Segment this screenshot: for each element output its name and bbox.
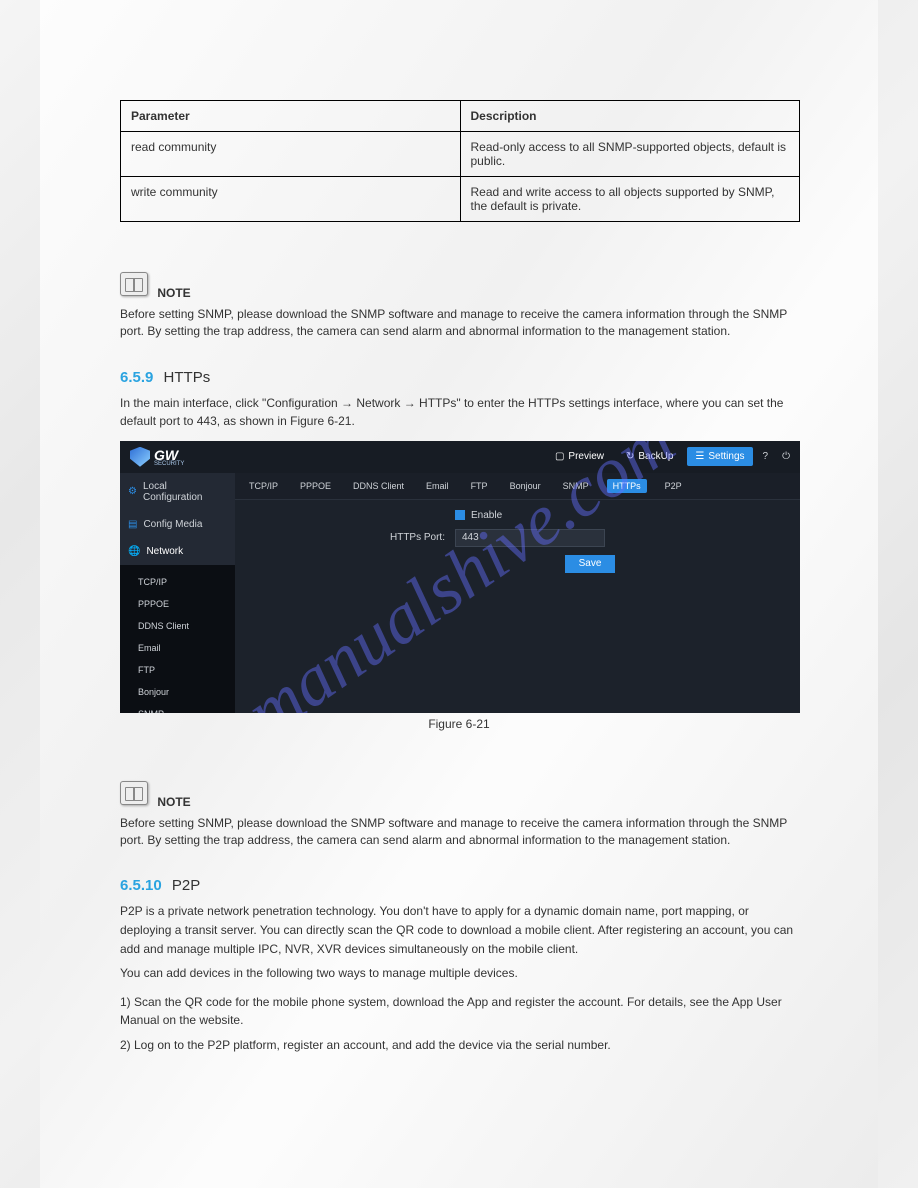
sidebar-sub-pppoe[interactable]: PPPOE xyxy=(120,593,235,615)
https-ui-screenshot: GW SECURITY ▢ Preview ↻ BackUp ☰ xyxy=(120,441,800,713)
tab-tcpip[interactable]: TCP/IP xyxy=(245,479,282,493)
section-title: HTTPs xyxy=(164,369,211,386)
tab-p2p[interactable]: P2P xyxy=(661,479,686,493)
figure-caption: Figure 6-21 xyxy=(120,717,798,731)
help-icon[interactable]: ? xyxy=(759,451,773,462)
book-icon xyxy=(120,272,148,296)
tab-bonjour[interactable]: Bonjour xyxy=(506,479,545,493)
https-port-label: HTTPs Port: xyxy=(365,532,455,543)
sidebar-item-label: Local Configuration xyxy=(143,481,227,503)
sidebar-item-network[interactable]: 🌐 Network xyxy=(120,538,235,565)
table-cell-param: read community xyxy=(121,132,461,177)
table-row: read community Read-only access to all S… xyxy=(121,132,800,177)
book-icon xyxy=(120,781,148,805)
stack-icon: ▤ xyxy=(128,519,137,530)
section-heading-p2p: 6.5.10 P2P xyxy=(120,877,798,894)
tab-ddns[interactable]: DDNS Client xyxy=(349,479,408,493)
sidebar: ⚙ Local Configuration ▤ Config Media 🌐 N… xyxy=(120,473,235,713)
table-cell-desc: Read-only access to all SNMP-supported o… xyxy=(460,132,800,177)
sidebar-sub-tcpip[interactable]: TCP/IP xyxy=(120,571,235,593)
section-body: In the main interface, click "Configurat… xyxy=(120,394,798,431)
sidebar-item-config-media[interactable]: ▤ Config Media xyxy=(120,511,235,538)
tab-https[interactable]: HTTPs xyxy=(607,479,647,493)
step-1: 1) Scan the QR code for the mobile phone… xyxy=(120,993,798,1030)
power-icon[interactable]: ⏻ xyxy=(778,451,794,462)
tab-ftp[interactable]: FTP xyxy=(467,479,492,493)
monitor-icon: ▢ xyxy=(555,451,564,462)
sidebar-sub-email[interactable]: Email xyxy=(120,637,235,659)
backup-button[interactable]: ↻ BackUp xyxy=(618,447,681,466)
tab-email[interactable]: Email xyxy=(422,479,453,493)
section-number: 6.5.9 xyxy=(120,369,153,386)
table-row: write community Read and write access to… xyxy=(121,177,800,222)
note-text: Before setting SNMP, please download the… xyxy=(120,306,798,341)
section-body: P2P is a private network penetration tec… xyxy=(120,902,798,958)
table-header-param: Parameter xyxy=(121,101,461,132)
sidebar-item-local-config[interactable]: ⚙ Local Configuration xyxy=(120,473,235,511)
preview-label: Preview xyxy=(568,451,604,462)
sliders-icon: ☰ xyxy=(695,451,704,462)
section-title: P2P xyxy=(172,877,200,894)
sidebar-sub-ftp[interactable]: FTP xyxy=(120,659,235,681)
section-number: 6.5.10 xyxy=(120,877,162,894)
logo: GW SECURITY xyxy=(126,447,184,467)
enable-label: Enable xyxy=(471,510,502,521)
settings-button[interactable]: ☰ Settings xyxy=(687,447,752,466)
note-text: Before setting SNMP, please download the… xyxy=(120,815,798,850)
save-button[interactable]: Save xyxy=(565,555,615,573)
logo-subtext: SECURITY xyxy=(154,461,184,467)
globe-icon: 🌐 xyxy=(128,546,140,557)
shield-icon xyxy=(130,447,150,467)
backup-label: BackUp xyxy=(638,451,673,462)
table-header-desc: Description xyxy=(460,101,800,132)
refresh-icon: ↻ xyxy=(626,451,634,462)
settings-label: Settings xyxy=(708,451,744,462)
sidebar-item-label: Config Media xyxy=(143,519,202,530)
note-label: NOTE xyxy=(157,795,190,809)
preview-button[interactable]: ▢ Preview xyxy=(547,447,612,466)
tab-pppoe[interactable]: PPPOE xyxy=(296,479,335,493)
sidebar-sub-bonjour[interactable]: Bonjour xyxy=(120,681,235,703)
enable-checkbox[interactable] xyxy=(455,510,465,520)
section-body-2: You can add devices in the following two… xyxy=(120,964,798,983)
table-cell-desc: Read and write access to all objects sup… xyxy=(460,177,800,222)
sidebar-sub-snmp[interactable]: SNMP xyxy=(120,703,235,713)
section-heading-https: 6.5.9 HTTPs xyxy=(120,369,798,386)
gear-icon: ⚙ xyxy=(128,486,137,497)
parameter-table: Parameter Description read community Rea… xyxy=(120,100,800,222)
tabs-bar: TCP/IP PPPOE DDNS Client Email FTP Bonjo… xyxy=(235,473,800,500)
https-port-input[interactable] xyxy=(455,529,605,547)
note-label: NOTE xyxy=(157,286,190,300)
sidebar-sub-ddns[interactable]: DDNS Client xyxy=(120,615,235,637)
sidebar-item-label: Network xyxy=(146,546,183,557)
step-2: 2) Log on to the P2P platform, register … xyxy=(120,1036,798,1055)
tab-snmp[interactable]: SNMP xyxy=(559,479,593,493)
table-cell-param: write community xyxy=(121,177,461,222)
